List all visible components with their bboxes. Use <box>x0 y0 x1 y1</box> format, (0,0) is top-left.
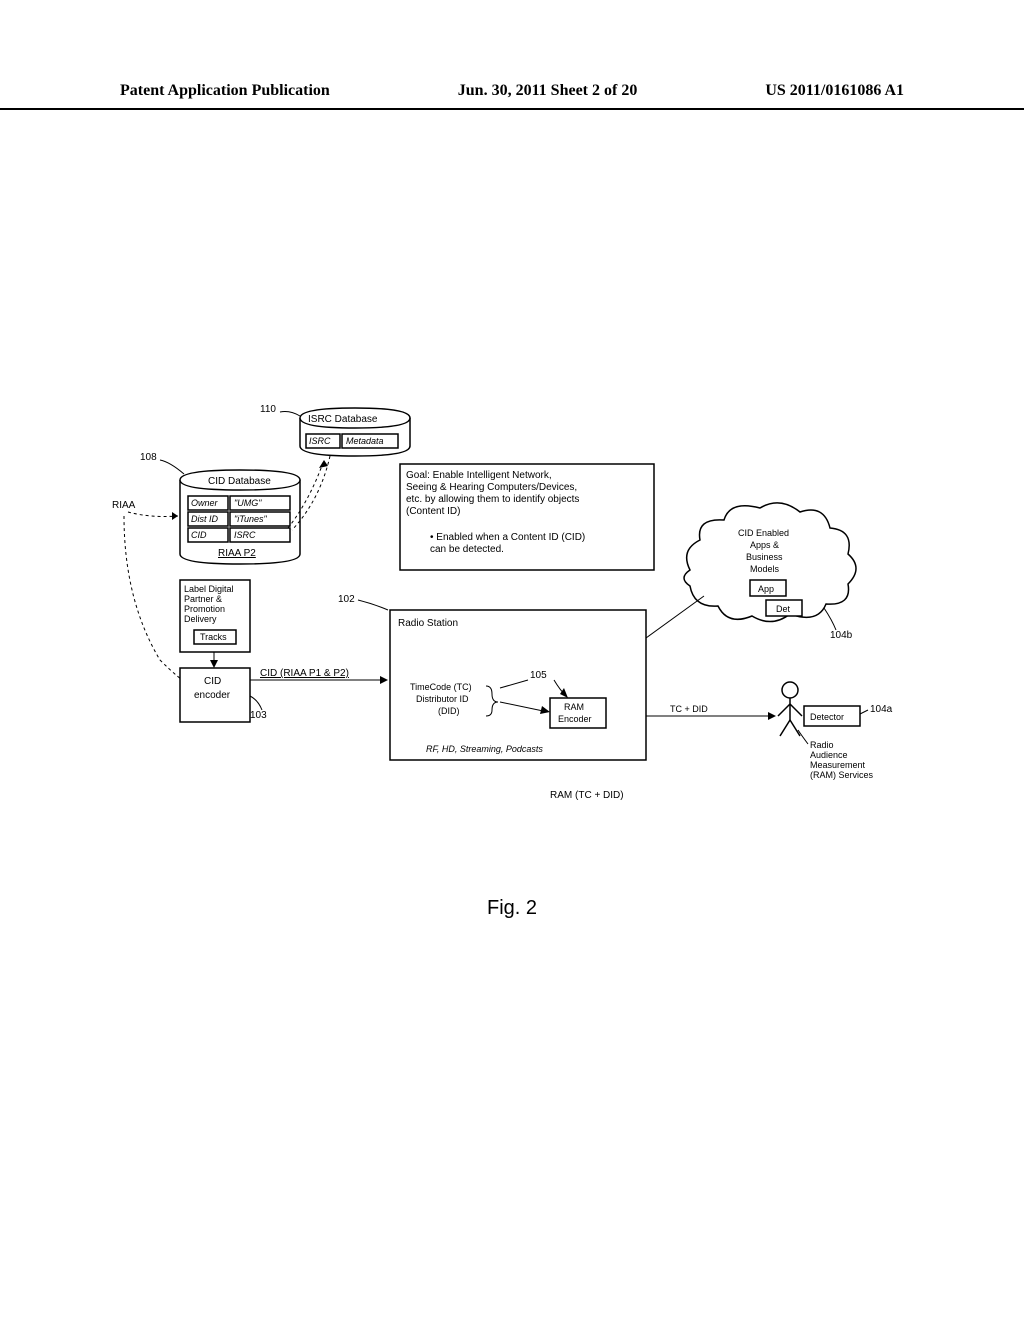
label-line4: Delivery <box>184 614 217 624</box>
goal-l2: Seeing & Hearing Computers/Devices, <box>406 482 577 493</box>
label-digital-box: Label Digital Partner & Promotion Delive… <box>180 580 250 652</box>
header-right: US 2011/0161086 A1 <box>765 82 904 100</box>
ref-105: 105 <box>530 670 547 681</box>
riaa-label: RIAA <box>112 500 136 511</box>
cid-cid-label: CID <box>191 530 207 540</box>
person-icon <box>778 682 802 736</box>
cid-cloud: CID Enabled Apps & Business Models App D… <box>684 503 856 622</box>
ref-104a: 104a <box>870 704 893 715</box>
cid-encoder-box: CID encoder <box>180 668 250 722</box>
cid-distid-val: "iTunes" <box>234 514 268 524</box>
radio-did2: (DID) <box>438 706 460 716</box>
det-l4: (RAM) Services <box>810 770 874 780</box>
goal-b1b: can be detected. <box>430 544 504 555</box>
cid-owner-val: "UMG" <box>234 498 262 508</box>
header-left: Patent Application Publication <box>120 82 330 100</box>
det-l1: Radio <box>810 740 834 750</box>
goal-l1: Goal: Enable Intelligent Network, <box>406 470 552 481</box>
isrc-db-title: ISRC Database <box>308 414 378 425</box>
cloud-l4: Models <box>750 564 780 574</box>
ref-110: 110 <box>260 404 276 415</box>
ram-enc2: Encoder <box>558 714 592 724</box>
isrc-col2: Metadata <box>346 436 384 446</box>
ref-108: 108 <box>140 452 157 463</box>
radio-tc: TimeCode (TC) <box>410 682 472 692</box>
cid-enc-l1: CID <box>204 676 221 687</box>
ram-bottom: RAM (TC + DID) <box>550 790 624 801</box>
cid-arrow-label: CID (RIAA P1 & P2) <box>260 668 349 679</box>
cid-distid-label: Dist ID <box>191 514 219 524</box>
radio-title: Radio Station <box>398 618 458 629</box>
radio-did1: Distributor ID <box>416 694 469 704</box>
cid-db-title: CID Database <box>208 476 271 487</box>
goal-b1a: • Enabled when a Content ID (CID) <box>430 532 585 543</box>
cid-db-footer: RIAA P2 <box>218 548 256 559</box>
cloud-det: Det <box>776 604 791 614</box>
isrc-database: ISRC Database ISRC Metadata <box>300 408 410 456</box>
header-center: Jun. 30, 2011 Sheet 2 of 20 <box>458 82 638 100</box>
detector-box: Detector <box>804 706 860 726</box>
ref-104b: 104b <box>830 630 853 641</box>
detector-label: Detector <box>810 712 844 722</box>
page-header: Patent Application Publication Jun. 30, … <box>0 82 1024 110</box>
goal-l4: (Content ID) <box>406 506 460 517</box>
tracks-label: Tracks <box>200 632 227 642</box>
label-line1: Label Digital <box>184 584 234 594</box>
det-l3: Measurement <box>810 760 866 770</box>
goal-box: Goal: Enable Intelligent Network, Seeing… <box>400 464 654 570</box>
ref-102: 102 <box>338 594 355 605</box>
isrc-col1: ISRC <box>309 436 331 446</box>
goal-l3: etc. by allowing them to identify object… <box>406 494 579 505</box>
ref-103: 103 <box>250 710 267 721</box>
figure-diagram: ISRC Database ISRC Metadata 110 CID Data… <box>110 400 910 870</box>
cloud-app: App <box>758 584 774 594</box>
det-l2: Audience <box>810 750 848 760</box>
cloud-l1: CID Enabled <box>738 528 789 538</box>
tcdid-label: TC + DID <box>670 704 708 714</box>
cid-database: CID Database Owner "UMG" Dist ID "iTunes… <box>180 470 300 564</box>
label-line3: Promotion <box>184 604 225 614</box>
ram-enc1: RAM <box>564 702 584 712</box>
cloud-l2: Apps & <box>750 540 779 550</box>
cid-enc-l2: encoder <box>194 690 231 701</box>
cid-cid-val: ISRC <box>234 530 256 540</box>
radio-footer: RF, HD, Streaming, Podcasts <box>426 744 543 754</box>
cloud-l3: Business <box>746 552 783 562</box>
label-line2: Partner & <box>184 594 222 604</box>
figure-caption: Fig. 2 <box>487 897 537 920</box>
cid-owner-label: Owner <box>191 498 219 508</box>
radio-station-box: Radio Station TimeCode (TC) Distributor … <box>390 610 646 760</box>
